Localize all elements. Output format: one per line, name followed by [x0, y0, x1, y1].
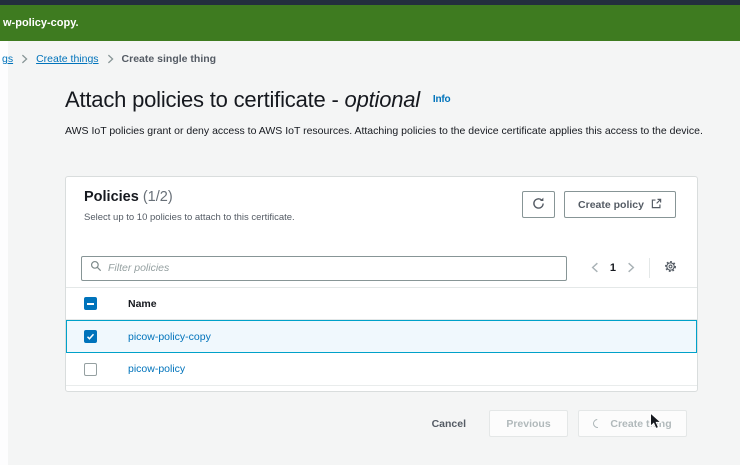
panel-description: Select up to 10 policies to attach to th…: [84, 212, 295, 223]
table-row-picow-policy-copy[interactable]: picow-policy-copy: [66, 320, 697, 353]
create-thing-button[interactable]: Create thing: [578, 410, 687, 437]
chevron-right-icon: [21, 54, 28, 64]
success-flashbar: w-policy-copy.: [0, 5, 740, 41]
refresh-icon: [532, 197, 545, 213]
breadcrumb-link-create-things[interactable]: Create things: [36, 53, 98, 65]
page-title-text: Attach policies to certificate -: [65, 87, 345, 112]
checkmark-icon: [86, 328, 95, 346]
flashbar-message: w-policy-copy.: [3, 17, 79, 29]
filter-input-wrapper: [81, 256, 567, 281]
filter-row: 1: [81, 249, 679, 287]
refresh-button[interactable]: [522, 191, 555, 218]
chevron-right-icon: [107, 54, 114, 64]
pagination-divider: [649, 258, 650, 278]
preferences-button[interactable]: [662, 258, 679, 278]
row-checkbox[interactable]: [84, 330, 97, 343]
select-all-checkbox[interactable]: [84, 297, 97, 310]
row-checkbox[interactable]: [84, 363, 97, 376]
spinner-icon: [592, 417, 605, 430]
policy-link[interactable]: picow-policy: [128, 363, 185, 375]
policies-panel: Policies (1/2) Select up to 10 policies …: [65, 176, 698, 392]
breadcrumb: gs Create things Create single thing: [2, 53, 216, 65]
info-link[interactable]: Info: [433, 94, 451, 105]
pagination-next-button[interactable]: [625, 259, 637, 278]
page-title: Attach policies to certificate - optiona…: [65, 87, 450, 113]
wizard-footer-actions: Cancel Previous Create thing: [432, 410, 687, 437]
indeterminate-icon: [87, 303, 94, 305]
panel-actions: Create policy: [522, 191, 676, 218]
aws-iot-console-screen: w-policy-copy. gs Create things Create s…: [0, 0, 740, 465]
create-policy-button[interactable]: Create policy: [564, 191, 676, 218]
panel-title-text: Policies: [84, 189, 139, 205]
panel-title: Policies (1/2): [84, 189, 173, 205]
column-header-name: Name: [128, 298, 157, 310]
search-icon: [90, 259, 102, 277]
chevron-left-icon: [591, 261, 599, 276]
table-header-row: Name: [66, 287, 697, 320]
panel-counter: (1/2): [143, 189, 173, 205]
pagination-previous-button[interactable]: [589, 259, 601, 278]
breadcrumb-link-things[interactable]: gs: [2, 53, 13, 65]
create-thing-label: Create thing: [610, 418, 671, 430]
left-gutter: [0, 41, 8, 465]
filter-policies-input[interactable]: [108, 262, 558, 274]
external-link-icon: [651, 198, 662, 212]
breadcrumb-current: Create single thing: [122, 53, 217, 65]
table-row-picow-policy[interactable]: picow-policy: [66, 353, 697, 386]
cancel-button[interactable]: Cancel: [432, 418, 466, 430]
pagination: 1: [589, 258, 679, 278]
policy-link[interactable]: picow-policy-copy: [128, 331, 211, 343]
pagination-current-page[interactable]: 1: [610, 262, 616, 274]
create-policy-label: Create policy: [578, 199, 644, 211]
page-title-optional: optional: [345, 87, 420, 112]
gear-icon: [664, 260, 677, 276]
previous-button[interactable]: Previous: [489, 410, 568, 437]
page-description: AWS IoT policies grant or deny access to…: [65, 122, 705, 141]
chevron-right-icon: [627, 261, 635, 276]
